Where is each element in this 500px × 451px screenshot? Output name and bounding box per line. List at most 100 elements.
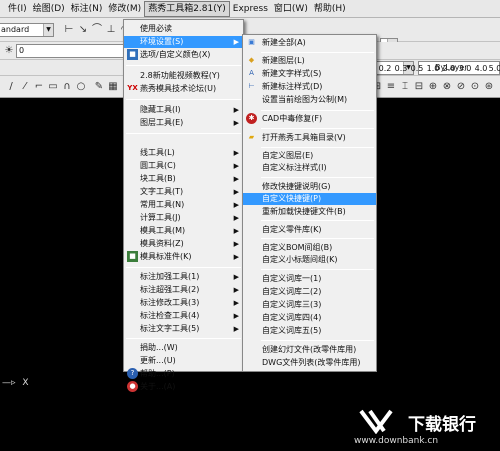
menu-item-dim-modify[interactable]: 标注修改工具(3) ▶ xyxy=(124,297,243,309)
scale-button[interactable]: 5.0 xyxy=(488,62,500,76)
dim-tool-icon[interactable]: ⊕ xyxy=(426,80,440,94)
menu-yanxiu-toolbox[interactable]: 燕秀工具箱2.81(Y) xyxy=(144,0,230,17)
menu-help[interactable]: 帮助(H) xyxy=(311,1,349,17)
submenu-item-custom-dict-1[interactable]: 自定义词库一(1) xyxy=(243,273,376,285)
submenu-item-new-text-style[interactable]: A 新建文字样式(S) xyxy=(243,68,376,80)
menu-item-block-tools[interactable]: 块工具(B) ▶ xyxy=(124,173,243,185)
scale-button[interactable]: 4.0 xyxy=(474,62,488,76)
submenu-arrow-icon: ▶ xyxy=(233,175,239,183)
dim-arc-icon[interactable]: ⌒ xyxy=(90,23,104,37)
menu-item-dim-text[interactable]: 标注文字工具(5) ▶ xyxy=(124,323,243,335)
menu-modify[interactable]: 修改(M) xyxy=(105,1,144,17)
hatch-icon[interactable]: ▦ xyxy=(106,80,120,94)
dim-linear-icon[interactable]: ⊢ xyxy=(62,23,76,37)
submenu-item-open-directory[interactable]: ▰ 打开燕秀工具箱目录(V) xyxy=(243,132,376,144)
submenu-item-custom-dict-3[interactable]: 自定义词库三(3) xyxy=(243,299,376,311)
submenu-item-new-dim-style[interactable]: ⊢ 新建标注样式(D) xyxy=(243,81,376,93)
dim-tool-icon[interactable]: ⊘ xyxy=(454,80,468,94)
style-combo[interactable]: andard ▼ xyxy=(0,23,54,37)
menu-item-mold-standard-parts[interactable]: ■ 模具标准件(K) ▶ xyxy=(124,251,243,263)
menu-item-options-colors[interactable]: ■ 选项/自定义颜色(X) xyxy=(124,49,243,61)
submenu-item-dwg-list[interactable]: DWG文件列表(改零件库用) xyxy=(243,357,376,369)
layer-combo[interactable]: 0 xyxy=(16,44,124,58)
watermark-title: 下载银行 xyxy=(408,415,476,435)
submenu-item-custom-parts-library[interactable]: 自定义零件库(K) xyxy=(243,224,376,236)
folder-new-icon: ▣ xyxy=(248,38,255,46)
menu-item-common-tools[interactable]: 常用工具(N) ▶ xyxy=(124,199,243,211)
menu-file[interactable]: 件(I) xyxy=(0,1,30,17)
menu-item-read-first[interactable]: 使用必读 xyxy=(124,23,243,35)
menu-express[interactable]: Express xyxy=(230,1,271,17)
menu-item-dim-check[interactable]: 标注检查工具(4) ▶ xyxy=(124,310,243,322)
menu-separator xyxy=(261,147,374,148)
scale-button[interactable]: 0.5 xyxy=(410,62,424,76)
scale-button[interactable]: 3.0 xyxy=(458,62,472,76)
layer-state-icon[interactable]: ☀ xyxy=(2,44,16,58)
menu-item-donate[interactable]: 捐助...(W) xyxy=(124,342,243,354)
menu-item-calc-tools[interactable]: 计算工具(J) ▶ xyxy=(124,212,243,224)
submenu-item-custom-dim-style[interactable]: 自定义标注样式(I) xyxy=(243,162,376,174)
menu-item-dim-enhance[interactable]: 标注加强工具(1) ▶ xyxy=(124,271,243,283)
dim-tool-icon[interactable]: ⊙ xyxy=(468,80,482,94)
menu-draw[interactable]: 绘图(D) xyxy=(30,1,68,17)
menu-separator xyxy=(126,133,241,134)
scale-button[interactable]: 1.0 xyxy=(426,62,440,76)
xline-icon[interactable]: ⁄ xyxy=(18,80,32,94)
submenu-arrow-icon: ▶ xyxy=(233,38,239,46)
submenu-item-custom-subtitle-group[interactable]: 自定义小标题间组(K) xyxy=(243,254,376,266)
menu-dimension[interactable]: 标注(N) xyxy=(68,1,106,17)
scale-button[interactable]: 2.0 xyxy=(442,62,456,76)
submenu-item-new-layer[interactable]: ◆ 新建图层(L) xyxy=(243,55,376,67)
menu-item-circle-tools[interactable]: 圆工具(C) ▶ xyxy=(124,160,243,172)
menu-item-mold-data[interactable]: 模具资料(Z) ▶ xyxy=(124,238,243,250)
submenu-item-cad-virus-fix[interactable]: ✱ CAD中毒修复(F) xyxy=(243,113,376,125)
dim-aligned-icon[interactable]: ↘ xyxy=(76,23,90,37)
submenu-item-new-all[interactable]: ▣ 新建全部(A) xyxy=(243,37,376,49)
submenu-item-custom-shortcut[interactable]: 自定义快捷键(P) xyxy=(243,193,376,205)
yanxiu-toolbox-menu: 使用必读 环境设置(S) ▶ ■ 选项/自定义颜色(X) 2.8新功能视频教程(Y)… xyxy=(123,19,244,392)
menu-item-video-tutorial[interactable]: 2.8新功能视频教程(Y) xyxy=(124,70,243,82)
submenu-item-custom-layer[interactable]: 自定义图层(E) xyxy=(243,150,376,162)
arc-icon[interactable]: ∩ xyxy=(60,80,74,94)
dim-tool-icon[interactable]: ⊟ xyxy=(412,80,426,94)
standard-parts-icon: ■ xyxy=(127,251,138,262)
dim-tool-icon[interactable]: ⌶ xyxy=(398,80,412,94)
menu-item-help[interactable]: ? 帮助...(P) xyxy=(124,368,243,380)
menu-item-text-tools[interactable]: 文字工具(T) ▶ xyxy=(124,186,243,198)
menu-item-line-tools[interactable]: 线工具(L) ▶ xyxy=(124,147,243,159)
submenu-item-custom-dict-5[interactable]: 自定义词库五(5) xyxy=(243,325,376,337)
menu-item-dim-super[interactable]: 标注超强工具(2) ▶ xyxy=(124,284,243,296)
submenu-arrow-icon: ▶ xyxy=(233,162,239,170)
dim-tool-icon[interactable]: ≡ xyxy=(384,80,398,94)
menu-item-hidden-tools[interactable]: 隐藏工具(I) ▶ xyxy=(124,104,243,116)
dim-ordinate-icon[interactable]: ⊥ xyxy=(104,23,118,37)
scale-button[interactable]: 0.3 xyxy=(394,62,408,76)
submenu-item-custom-dict-4[interactable]: 自定义词库四(4) xyxy=(243,312,376,324)
menu-item-environment-settings[interactable]: 环境设置(S) ▶ xyxy=(124,36,243,48)
menu-item-layer-tools[interactable]: 图层工具(E) ▶ xyxy=(124,117,243,129)
dim-tool-icon[interactable]: ⊗ xyxy=(440,80,454,94)
submenu-item-set-metric[interactable]: 设置当前绘图为公制(M) xyxy=(243,94,376,106)
about-icon: ● xyxy=(127,381,138,392)
submenu-arrow-icon: ▶ xyxy=(233,299,239,307)
circle-icon[interactable]: ○ xyxy=(74,80,88,94)
scale-button[interactable]: 0.2 xyxy=(378,62,392,76)
menu-item-about[interactable]: ● 关于...(A) xyxy=(124,381,243,393)
submenu-item-custom-bom-group[interactable]: 自定义BOM间组(B) xyxy=(243,242,376,254)
rectangle-icon[interactable]: ▭ xyxy=(46,80,60,94)
submenu-arrow-icon: ▶ xyxy=(233,149,239,157)
line-icon[interactable]: / xyxy=(4,80,18,94)
submenu-item-create-slide[interactable]: 创建幻灯文件(改零件库用) xyxy=(243,344,376,356)
menu-item-mold-tools[interactable]: 模具工具(M) ▶ xyxy=(124,225,243,237)
submenu-item-custom-dict-2[interactable]: 自定义词库二(2) xyxy=(243,286,376,298)
menu-item-forum[interactable]: YX 燕秀模具技术论坛(U) xyxy=(124,83,243,95)
menu-separator xyxy=(261,52,374,53)
polyline-icon[interactable]: ⌐ xyxy=(32,80,46,94)
dim-tool-icon[interactable]: ⊛ xyxy=(482,80,496,94)
submenu-item-reload-shortcut[interactable]: 重新加载快捷键文件(B) xyxy=(243,206,376,218)
menu-window[interactable]: 窗口(W) xyxy=(271,1,311,17)
submenu-item-shortcut-notes[interactable]: 修改快捷键说明(G) xyxy=(243,181,376,193)
menu-item-update[interactable]: 更新...(U) xyxy=(124,355,243,367)
pencil-icon[interactable]: ✎ xyxy=(92,80,106,94)
submenu-arrow-icon: ▶ xyxy=(233,119,239,127)
